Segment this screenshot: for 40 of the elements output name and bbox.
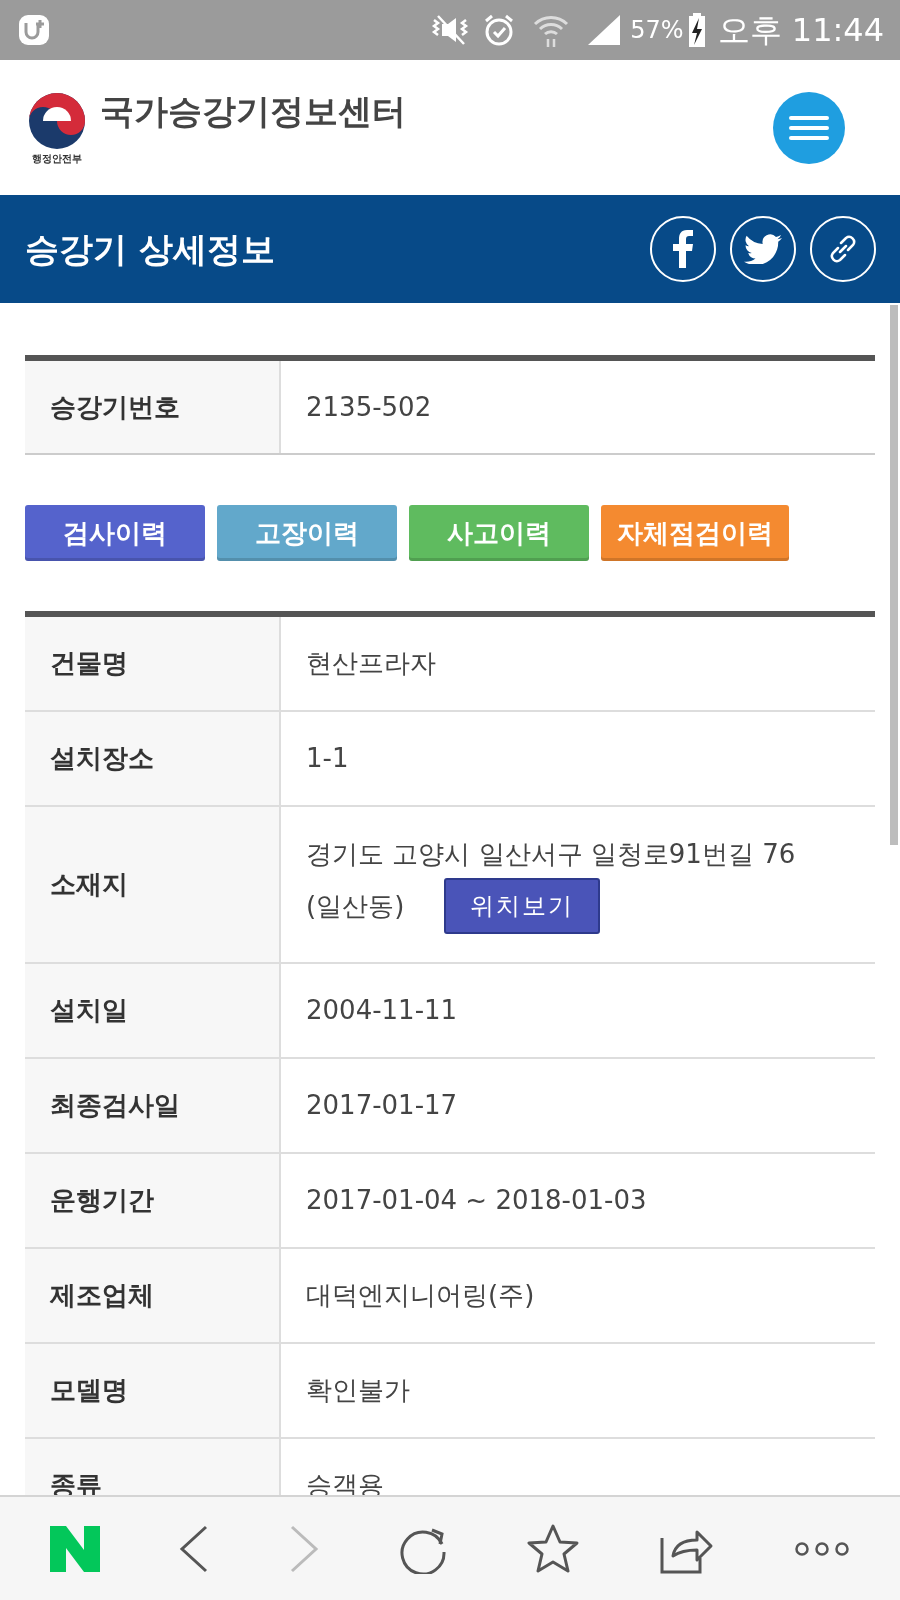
clock: 오후 11:44 (717, 10, 884, 51)
row-label: 설치장소 (25, 712, 281, 805)
history-button[interactable]: 고장이력 (217, 505, 397, 561)
row-value: 확인불가 (306, 1374, 411, 1407)
row-value: (일산동) (306, 889, 405, 923)
row-value: 대덕엔지니어링(주) (306, 1279, 536, 1312)
row-value: 현산프라자 (306, 647, 437, 680)
row-value: 2004-11-11 (306, 994, 459, 1027)
signal-icon (586, 13, 623, 47)
bookmark-star-icon[interactable] (527, 1523, 580, 1574)
row-label: 모델명 (25, 1344, 281, 1437)
carrier-logo-icon (16, 12, 52, 48)
view-location-button[interactable]: 위치보기 (444, 878, 601, 934)
row-label: 제조업체 (25, 1249, 281, 1342)
row-label: 건물명 (25, 617, 281, 710)
facebook-icon (673, 230, 693, 268)
facebook-share-button[interactable] (650, 216, 716, 282)
row-label: 운행기간 (25, 1154, 281, 1247)
row-label: 최종검사일 (25, 1059, 281, 1152)
row-value: 2017-01-17 (306, 1089, 459, 1122)
copy-link-button[interactable] (810, 216, 876, 282)
history-button[interactable]: 검사이력 (25, 505, 205, 561)
ministry-name: 행정안전부 (32, 153, 82, 164)
row-value: 경기도 고양시 일산서구 일청로91번길 76 (306, 838, 797, 871)
more-icon[interactable] (794, 1540, 851, 1557)
battery-charging-icon (687, 12, 706, 48)
menu-icon (789, 114, 829, 141)
site-title[interactable]: 국가승강기정보센터 (100, 86, 406, 137)
row-value: 2017-01-04 ~ 2018-01-03 (306, 1184, 648, 1217)
twitter-share-button[interactable] (730, 216, 796, 282)
back-icon[interactable] (179, 1524, 210, 1573)
page-title: 승강기 상세정보 (25, 227, 275, 271)
row-label: 승강기번호 (25, 361, 281, 453)
government-emblem-icon (27, 91, 87, 150)
row-value: 2135-502 (305, 390, 433, 424)
bird-icon (744, 234, 782, 264)
row-label: 설치일 (25, 964, 281, 1057)
row-label: 소재지 (25, 807, 281, 962)
battery-percent: 57% (630, 15, 684, 46)
row-value: 1-1 (306, 742, 350, 775)
